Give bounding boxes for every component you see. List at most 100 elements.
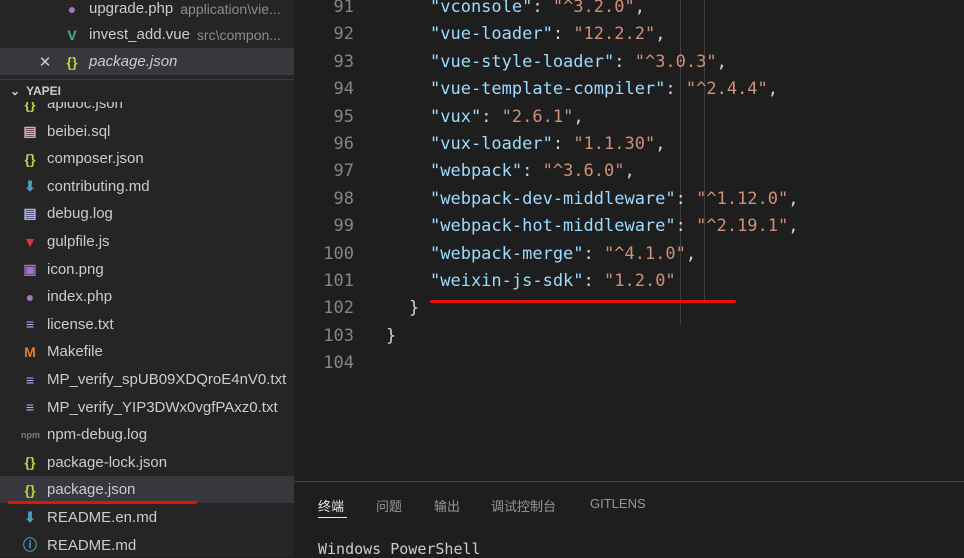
line-number: 93 <box>333 51 354 72</box>
line-number: 96 <box>333 134 354 154</box>
tab-output[interactable]: 输出 <box>434 496 460 515</box>
explorer-sidebar: ● upgrade.php application\vie... V inves… <box>0 0 294 557</box>
tree-item-label: package-lock.json <box>47 453 168 471</box>
line-number: 95 <box>333 106 354 127</box>
chevron-down-icon: ⌄ <box>10 84 21 98</box>
line-number: 91 <box>333 0 354 17</box>
folder-name: YAPEI <box>26 84 61 98</box>
tree-item[interactable]: ▣ icon.png <box>0 256 294 283</box>
text-file-icon: ≡ <box>25 316 35 333</box>
code-token-key: "vue-template-compiler" <box>430 79 666 100</box>
folder-header-yapei[interactable]: ⌄ YAPEI <box>0 79 294 102</box>
tree-item[interactable]: ≡ license.txt <box>0 311 294 338</box>
code-token-val: "^2.19.1" <box>696 216 789 237</box>
tree-item[interactable]: ⬇ contributing.md <box>0 173 294 200</box>
json-braces-icon: {} <box>24 150 36 167</box>
tree-item[interactable]: ● index.php <box>0 283 294 310</box>
code-token-val: "1.1.30" <box>573 134 656 154</box>
code-line: "vue-loader": "12.2.2", <box>430 24 665 44</box>
code-token-end: , <box>655 24 666 45</box>
tree-item-label: README.md <box>47 536 137 554</box>
tree-item-label: package.json <box>47 481 136 499</box>
tree-item[interactable]: npm npm-debug.log <box>0 421 294 448</box>
info-icon: ⓘ <box>23 537 37 554</box>
code-line: "vue-style-loader": "^3.0.3", <box>430 52 727 72</box>
tree-item[interactable]: {} package-lock.json <box>0 449 294 476</box>
tree-item-label: README.en.md <box>47 509 158 526</box>
tree-item[interactable]: ▤ beibei.sql <box>0 118 294 145</box>
indent-guide <box>704 0 705 300</box>
line-number: 99 <box>333 216 354 237</box>
code-line: "webpack-hot-middleware": "^2.19.1", <box>430 216 799 236</box>
code-token-key: "vconsole" <box>430 0 533 17</box>
code-token-end: , <box>685 243 697 264</box>
tree-item[interactable]: ▼ gulpfile.js <box>0 228 294 255</box>
tab-terminal[interactable]: 终端 <box>318 496 344 515</box>
vue-icon: V <box>67 26 77 43</box>
tree-item-label: index.php <box>47 288 113 306</box>
tree-item-label: icon.png <box>47 260 104 278</box>
tab-problems[interactable]: 问题 <box>376 496 402 515</box>
tree-item-label: npm-debug.log <box>47 426 148 444</box>
code-token-end: , <box>788 216 799 237</box>
code-token-val: "2.6.1" <box>501 106 574 127</box>
tab-debug-console[interactable]: 调试控制台 <box>491 496 556 515</box>
code-line: "vconsole": "^3.2.0", <box>430 0 645 17</box>
code-token-sep: : <box>583 243 605 264</box>
tree-item[interactable]: M Makefile <box>0 338 294 365</box>
code-token-sep: : <box>552 134 574 154</box>
line-number: 103 <box>323 325 354 346</box>
tab-gitlens[interactable]: GITLENS <box>590 496 646 511</box>
line-number: 94 <box>333 79 354 100</box>
tree-item-label: composer.json <box>47 150 144 168</box>
close-icon[interactable]: ✕ <box>38 53 52 71</box>
tree-item[interactable]: ▤ debug.log <box>0 200 294 227</box>
tree-item[interactable]: ⓘ README.md <box>0 532 294 557</box>
red-underline-annotation <box>430 300 736 303</box>
code-token-key: "webpack-merge" <box>430 243 584 264</box>
code-line: "webpack-dev-middleware": "^1.12.0", <box>430 189 799 209</box>
markdown-arrow-icon: ⬇ <box>24 509 36 525</box>
tree-item[interactable]: ≡ MP_verify_spUB09XDQroE4nV0.txt <box>0 366 294 393</box>
code-line: "vux-loader": "1.1.30", <box>430 134 665 154</box>
npm-icon: npm <box>21 429 40 440</box>
gulp-icon: ▼ <box>23 233 37 250</box>
open-editor-package-json[interactable]: ✕ {} package.json <box>0 48 294 75</box>
json-braces-icon: {} <box>24 454 36 471</box>
tree-item[interactable]: ⬇ README.en.md <box>0 504 294 531</box>
code-token-end: , <box>788 188 799 209</box>
tree-item[interactable]: {} package.json <box>0 476 294 504</box>
tree-item[interactable]: {} composer.json <box>0 145 294 172</box>
code-token-end: , <box>716 51 727 72</box>
php-elephant-icon: ● <box>25 288 35 305</box>
code-token-val: "^3.0.3" <box>634 51 717 72</box>
line-number: 104 <box>323 353 354 374</box>
open-editor-name: invest_add.vue <box>89 26 190 43</box>
code-editor[interactable]: 91 "vconsole": "^3.2.0", 92 "vue-loader": "… <box>294 0 964 480</box>
code-line: "webpack-merge": "^4.1.0", <box>430 244 696 264</box>
code-token-sep: : <box>583 271 605 291</box>
code-token-end: , <box>655 134 666 154</box>
tree-item-label: Makefile <box>47 343 103 361</box>
tree-item-label: MP_verify_YIP3DWx0vgfPAxz0.txt <box>47 398 278 416</box>
code-token-sep: : <box>522 161 543 182</box>
tree-item[interactable]: ≡ MP_verify_YIP3DWx0vgfPAxz0.txt <box>0 394 294 421</box>
line-number: 101 <box>323 271 354 291</box>
text-file-icon: ≡ <box>25 399 35 416</box>
code-token-sep: : <box>532 0 553 17</box>
code-token-val: "^2.4.4" <box>685 79 768 100</box>
open-editor-upgrade-php[interactable]: ● upgrade.php application\vie... <box>0 0 294 22</box>
code-line: } <box>386 325 397 346</box>
code-line: "vux": "2.6.1", <box>430 107 584 127</box>
code-token-val: "^4.1.0" <box>604 243 686 264</box>
code-token-sep: : <box>665 79 686 100</box>
open-editor-path: src\compon... <box>196 26 281 43</box>
terminal-output[interactable]: Windows PowerShell <box>318 540 481 558</box>
tree-item-label: MP_verify_spUB09XDQroE4nV0.txt <box>47 371 287 388</box>
code-token-sep: : <box>675 216 697 237</box>
open-editor-invest-add-vue[interactable]: V invest_add.vue src\compon... <box>0 21 294 48</box>
tree-item-label: gulpfile.js <box>47 233 110 250</box>
line-number: 100 <box>323 243 354 264</box>
line-number: 92 <box>333 24 354 45</box>
code-token-key: "webpack-dev-middleware" <box>430 188 676 209</box>
